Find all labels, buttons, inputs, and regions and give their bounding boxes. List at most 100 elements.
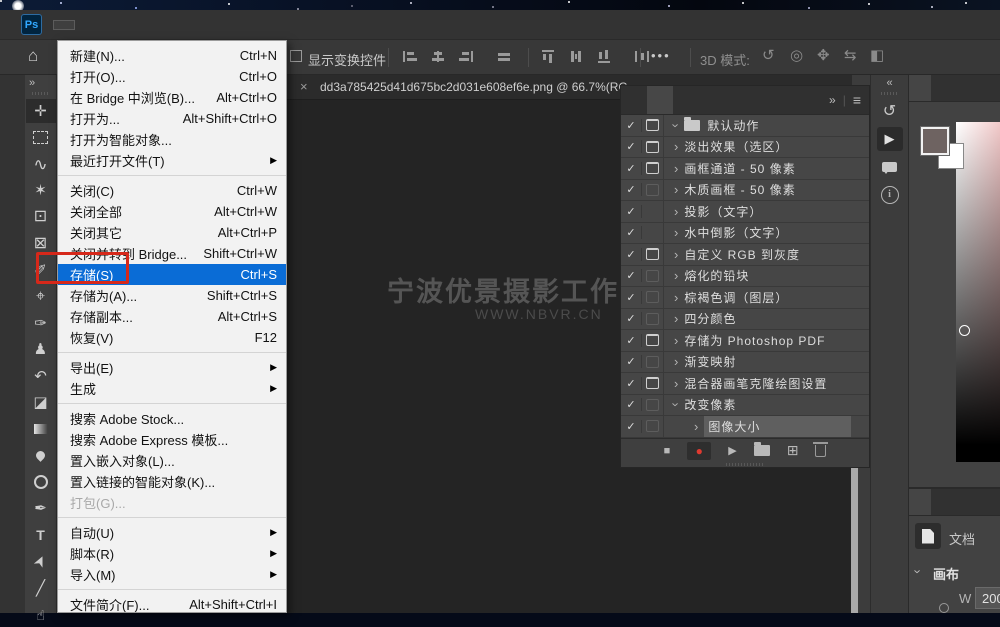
file-menu-item[interactable]: 关闭其它 Alt+Ctrl+P ▶ [58, 222, 286, 243]
menubar-item-plugins[interactable] [252, 21, 272, 29]
twirl-icon[interactable] [674, 376, 678, 391]
document-tab-title[interactable]: dd3a785425d41d675bc2d031e608ef6e.png @ 6… [320, 80, 628, 94]
dialog-toggle-icon[interactable] [642, 330, 664, 351]
panel-expand-icon[interactable]: » [829, 93, 836, 107]
pan-3d-icon[interactable]: ✥ [817, 46, 830, 64]
check-icon[interactable]: ✓ [621, 140, 642, 153]
crop-tool[interactable] [26, 205, 56, 229]
dialog-toggle-icon[interactable] [642, 373, 664, 394]
slide-3d-icon[interactable]: ⇆ [844, 46, 857, 64]
dialog-toggle-icon[interactable] [642, 201, 664, 222]
menubar-item-type[interactable] [142, 21, 162, 29]
toolbar-grip[interactable] [32, 92, 50, 95]
check-icon[interactable]: ✓ [621, 420, 642, 433]
type-tool[interactable] [26, 523, 56, 547]
check-icon[interactable]: ✓ [621, 355, 642, 368]
file-menu-item[interactable]: 关闭(C) Ctrl+W ▶ [58, 180, 286, 201]
file-menu-item[interactable]: 打开为... Alt+Shift+Ctrl+O ▶ [58, 108, 286, 129]
check-icon[interactable]: ✓ [621, 162, 642, 175]
action-row[interactable]: ✓ 淡出效果（选区） [621, 137, 869, 159]
action-row[interactable]: ✓ 水中倒影（文字） [621, 223, 869, 245]
menubar-item-select[interactable] [164, 21, 184, 29]
dialog-toggle-icon[interactable] [642, 137, 664, 158]
history-panel-icon[interactable] [877, 99, 903, 123]
file-menu-item[interactable]: ▶ [58, 171, 286, 180]
file-menu-item[interactable]: 存储为(A)... Shift+Ctrl+S ▶ [58, 285, 286, 306]
action-row[interactable]: ✓ 渐变映射 [621, 352, 869, 374]
distribute-spacing-icon[interactable] [634, 49, 650, 64]
brush-tool[interactable] [26, 311, 56, 335]
menubar-item-window[interactable] [274, 21, 294, 29]
file-menu-item[interactable]: 生成 ▶ [58, 378, 286, 399]
action-set-default[interactable]: ✓ 默认动作 [621, 115, 869, 137]
stop-button[interactable] [664, 445, 671, 457]
color-picker-marker[interactable] [959, 325, 970, 336]
info-panel-icon[interactable] [877, 183, 903, 207]
file-menu-item[interactable]: 存储副本... Alt+Ctrl+S ▶ [58, 306, 286, 327]
show-transform-checkbox[interactable] [290, 50, 302, 62]
check-icon[interactable]: ✓ [621, 205, 642, 218]
twirl-icon[interactable] [674, 161, 678, 176]
dialog-toggle-icon[interactable] [642, 352, 664, 373]
file-menu-item[interactable]: 搜索 Adobe Express 模板... ▶ [58, 429, 286, 450]
twirl-icon[interactable] [674, 354, 678, 369]
distribute-horizontal-centers-icon[interactable] [568, 49, 584, 64]
tab-swatches[interactable] [931, 75, 953, 101]
action-row[interactable]: ✓ 熔化的铅块 [621, 266, 869, 288]
new-set-button[interactable] [754, 445, 770, 456]
section-caret-icon[interactable]: › [911, 569, 926, 573]
width-field[interactable]: 200 [975, 587, 1000, 609]
dialog-toggle-icon[interactable] [642, 416, 664, 437]
check-icon[interactable]: ✓ [621, 377, 642, 390]
align-top-edges-icon[interactable] [540, 49, 556, 64]
action-row[interactable]: ✓ 棕褐色调（图层） [621, 287, 869, 309]
twirl-icon[interactable] [674, 182, 678, 197]
file-menu-item[interactable]: 自动(U) ▶ [58, 522, 286, 543]
actions-panel-icon[interactable] [877, 127, 903, 151]
dock-collapse-icon[interactable]: « [871, 75, 908, 89]
twirl-icon[interactable] [674, 247, 678, 262]
panel-resize-grip[interactable] [621, 462, 869, 467]
path-select-tool[interactable] [26, 550, 56, 574]
tab-notes[interactable] [673, 86, 699, 114]
file-menu-item[interactable]: ▶ [58, 585, 286, 594]
dialog-toggle-icon[interactable] [642, 223, 664, 244]
file-menu-item[interactable]: 最近打开文件(T) ▶ [58, 150, 286, 171]
orbit-3d-icon[interactable]: ↺ [762, 46, 775, 64]
marquee-tool[interactable] [26, 126, 56, 150]
lasso-tool[interactable] [26, 152, 56, 176]
file-menu-item[interactable]: ▶ [58, 348, 286, 357]
twirl-icon[interactable] [674, 311, 678, 326]
align-right-edges-icon[interactable] [458, 49, 474, 64]
clone-stamp-tool[interactable] [26, 338, 56, 362]
tab-gradients[interactable] [953, 75, 975, 101]
document-properties-icon[interactable] [915, 523, 941, 549]
more-options-icon[interactable]: ••• [651, 48, 671, 63]
dialog-toggle-icon[interactable] [642, 180, 664, 201]
dialog-toggle-icon[interactable] [642, 115, 664, 136]
file-menu-item[interactable]: 导入(M) ▶ [58, 564, 286, 585]
tab-color[interactable] [909, 75, 931, 101]
check-icon[interactable]: ✓ [621, 269, 642, 282]
action-row[interactable]: ✓ 四分颜色 [621, 309, 869, 331]
gradient-tool[interactable] [26, 417, 56, 441]
blur-tool[interactable] [26, 444, 56, 468]
notes-panel-icon[interactable] [877, 155, 903, 179]
menubar-item-edit[interactable] [76, 21, 96, 29]
twirl-icon[interactable] [674, 118, 678, 133]
file-menu-item[interactable]: 打开为智能对象... ▶ [58, 129, 286, 150]
file-menu-item[interactable]: 关闭全部 Alt+Ctrl+W ▶ [58, 201, 286, 222]
action-row[interactable]: ✓ 投影（文字） [621, 201, 869, 223]
menubar-item-3d[interactable] [208, 21, 228, 29]
file-menu-item[interactable]: 新建(N)... Ctrl+N ▶ [58, 45, 286, 66]
twirl-icon[interactable] [674, 225, 678, 240]
check-icon[interactable]: ✓ [621, 291, 642, 304]
tab-actions[interactable] [647, 86, 673, 114]
action-row[interactable]: ✓ 木质画框 - 50 像素 [621, 180, 869, 202]
camera-3d-icon[interactable]: ◧ [870, 46, 884, 64]
twirl-icon[interactable] [694, 419, 698, 434]
menubar-item-layer[interactable] [120, 21, 140, 29]
dialog-toggle-icon[interactable] [642, 309, 664, 330]
close-tab-icon[interactable]: × [300, 79, 308, 94]
delete-button[interactable] [815, 445, 826, 457]
